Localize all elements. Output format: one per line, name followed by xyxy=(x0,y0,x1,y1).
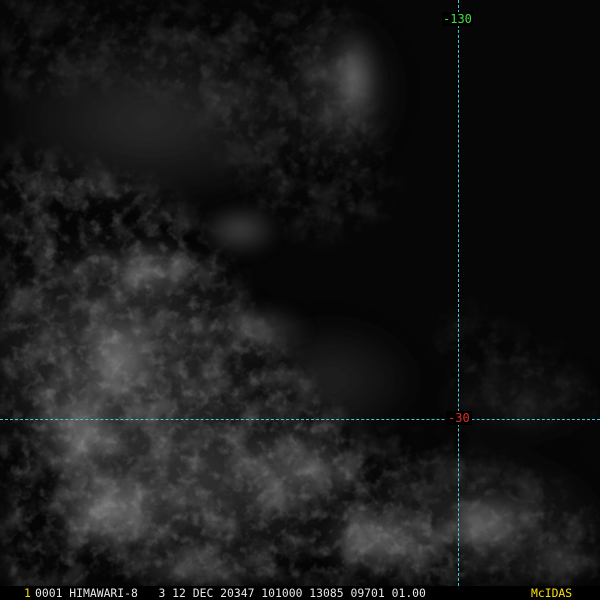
latitude-grid-line xyxy=(0,419,600,420)
satellite-cloud-imagery xyxy=(0,0,600,600)
image-metadata-text: 0001 HIMAWARI-8 3 12 DEC 20347 101000 13… xyxy=(35,586,426,600)
longitude-label: -130 xyxy=(442,12,473,26)
software-label: McIDAS xyxy=(531,586,573,600)
latitude-label: -30 xyxy=(446,411,472,425)
frame-number: 1 xyxy=(24,586,31,600)
status-bar: 1 0001 HIMAWARI-8 3 12 DEC 20347 101000 … xyxy=(0,586,600,600)
satellite-image-viewport: -130 -30 1 0001 HIMAWARI-8 3 12 DEC 2034… xyxy=(0,0,600,600)
longitude-grid-line xyxy=(458,0,459,586)
